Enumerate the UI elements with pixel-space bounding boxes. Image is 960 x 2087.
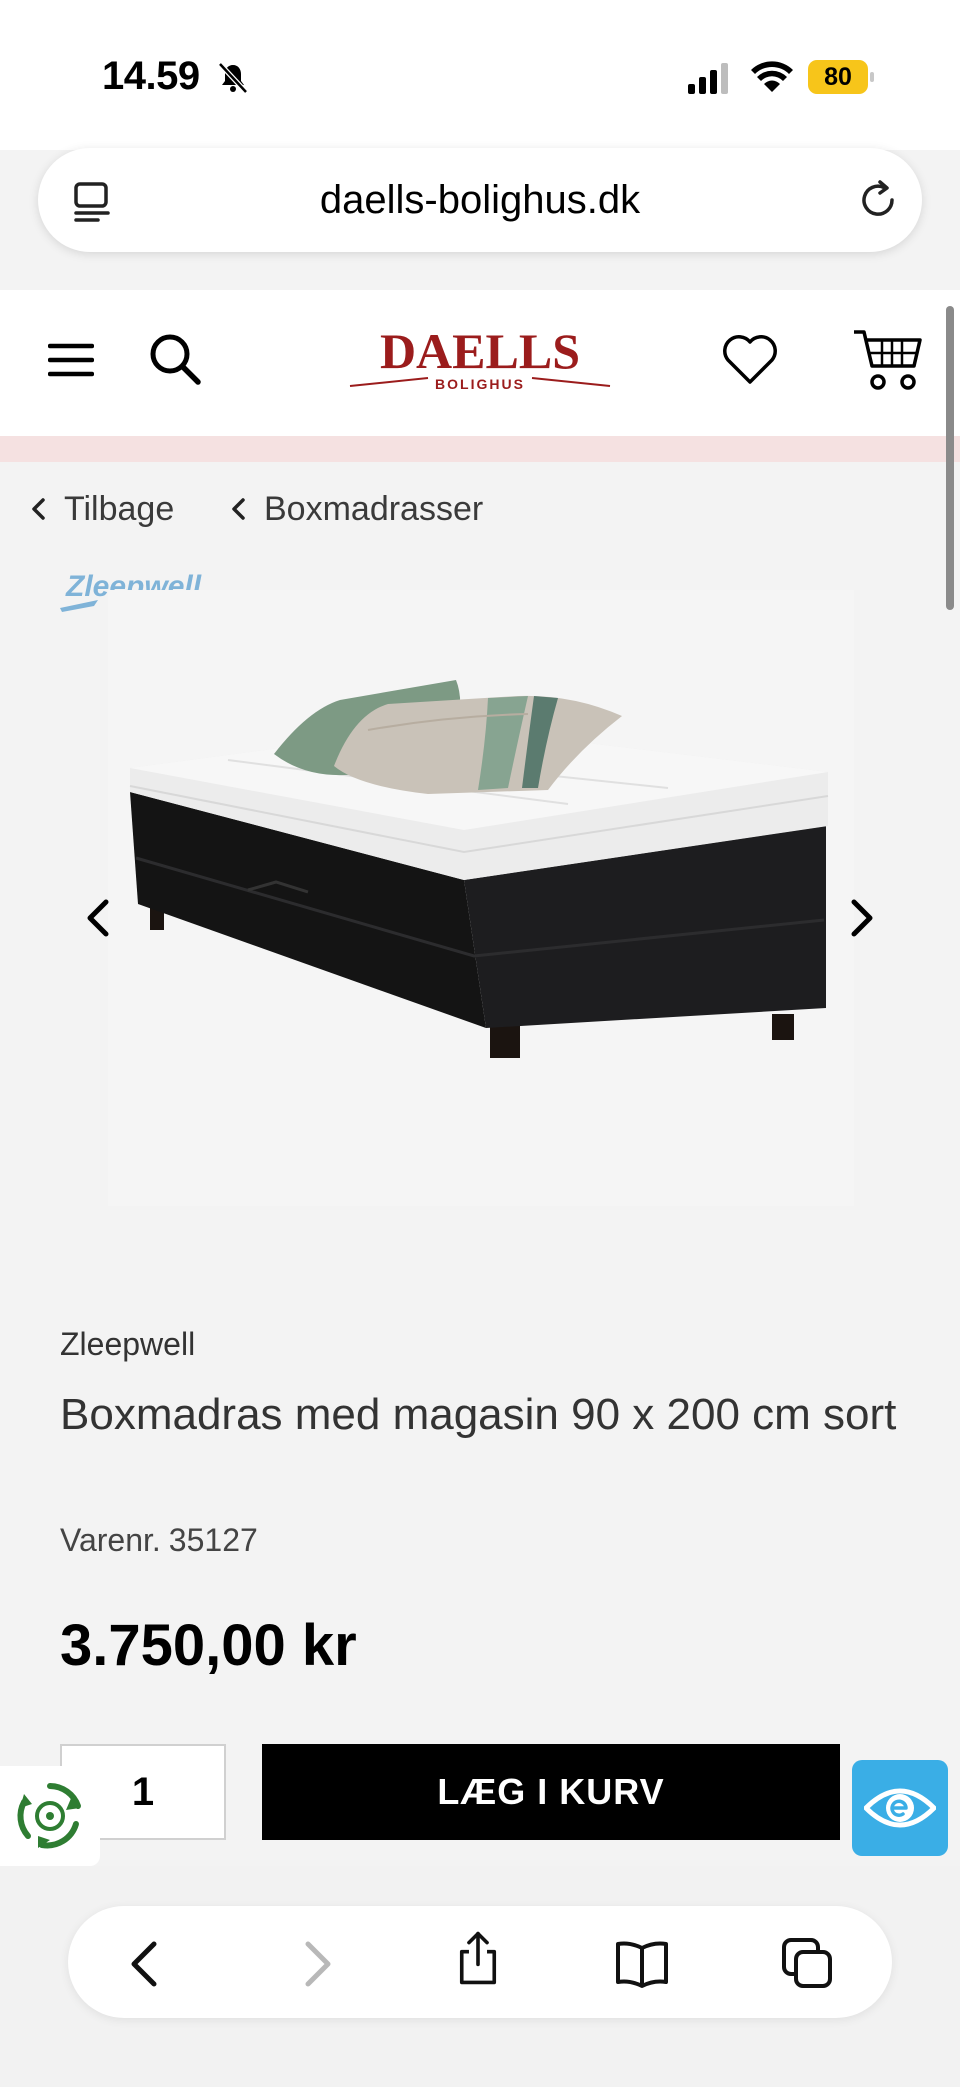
shopping-cart-icon[interactable] xyxy=(852,326,922,392)
share-icon[interactable] xyxy=(450,1930,506,1986)
status-time: 14.59 xyxy=(102,54,200,98)
gallery-prev-arrow-icon[interactable] xyxy=(76,890,120,946)
breadcrumb-back-label: Tilbage xyxy=(64,489,175,528)
forward-icon[interactable] xyxy=(286,1936,342,1992)
accessibility-widget[interactable] xyxy=(852,1760,948,1856)
wifi-icon xyxy=(751,61,793,92)
gallery-next-arrow-icon[interactable] xyxy=(840,890,884,946)
page-scrollbar[interactable] xyxy=(946,306,954,610)
battery-level: 80 xyxy=(824,63,852,91)
logo-subtext: BOLIGHUS xyxy=(435,376,525,392)
bookmarks-icon[interactable] xyxy=(614,1936,670,1992)
cellular-signal-icon xyxy=(688,63,728,94)
tabs-icon[interactable] xyxy=(780,1936,836,1992)
chevron-left-icon xyxy=(232,498,245,520)
wishlist-heart-icon[interactable] xyxy=(720,330,780,390)
breadcrumb-category-link[interactable]: Boxmadrasser xyxy=(228,486,483,532)
product-title: Boxmadras med magasin 90 x 200 cm sort xyxy=(60,1390,897,1439)
product-gallery: Zleepwell xyxy=(0,550,960,1270)
status-bar: 14.59 80 xyxy=(0,0,960,150)
browser-toolbar xyxy=(68,1906,892,2018)
promo-strip xyxy=(0,436,960,462)
add-to-cart-button[interactable]: LÆG I KURV xyxy=(262,1744,840,1840)
product-sku: Varenr. 35127 xyxy=(60,1522,258,1559)
search-icon[interactable] xyxy=(148,332,202,386)
hamburger-menu-icon[interactable] xyxy=(48,340,94,380)
recycle-icon xyxy=(17,1783,81,1849)
sku-value: 35127 xyxy=(168,1522,258,1558)
logo-text: DAELLS xyxy=(380,324,580,379)
back-icon[interactable] xyxy=(120,1936,176,1992)
product-price: 3.750,00 kr xyxy=(60,1613,357,1678)
product-image[interactable] xyxy=(108,590,854,1206)
site-logo[interactable]: DAELLS BOLIGHUS xyxy=(348,324,612,396)
address-bar[interactable]: daells-bolighus.dk xyxy=(38,148,922,252)
sustainability-widget[interactable] xyxy=(0,1766,100,1866)
breadcrumb-category-label: Boxmadrasser xyxy=(264,489,484,528)
reload-icon[interactable] xyxy=(856,178,900,222)
product-brand[interactable]: Zleepwell xyxy=(60,1326,195,1363)
chevron-left-icon xyxy=(32,498,45,520)
battery-icon: 80 xyxy=(808,60,874,94)
url-text[interactable]: daells-bolighus.dk xyxy=(38,148,922,252)
bell-off-icon xyxy=(218,62,248,94)
sku-label: Varenr. xyxy=(60,1522,161,1558)
eye-icon xyxy=(864,1788,936,1828)
site-header: DAELLS BOLIGHUS xyxy=(0,290,960,436)
breadcrumb-back-link[interactable]: Tilbage xyxy=(28,486,174,532)
